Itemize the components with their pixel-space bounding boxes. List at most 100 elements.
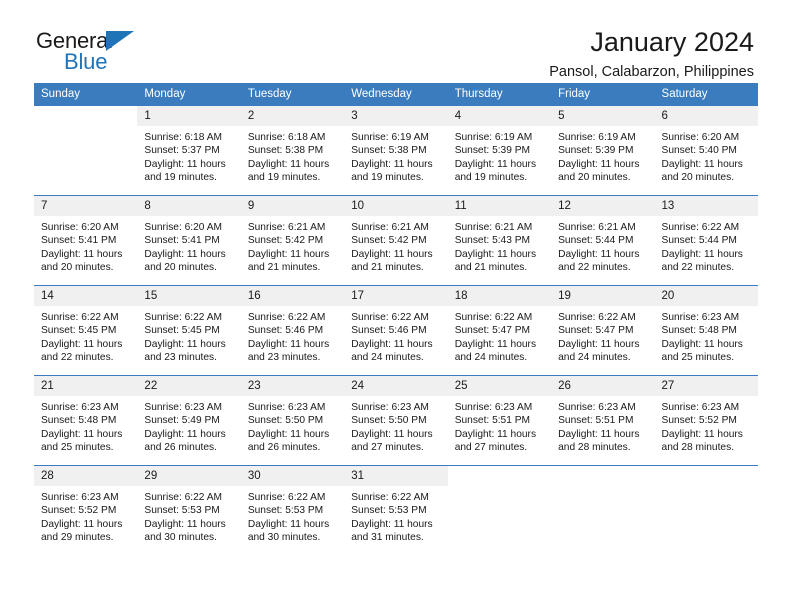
day-number: 12 [551, 196, 655, 216]
daylight-text-line2: and 23 minutes. [247, 351, 321, 363]
sunset-text: Sunset: 5:50 PM [247, 415, 324, 427]
day-details [34, 126, 137, 131]
sunset-text: Sunset: 5:48 PM [661, 325, 737, 337]
day-cell[interactable]: 27 Sunrise: 6:23 AM Sunset: 5:52 PM Dayl… [654, 375, 758, 466]
weekday-header-sunday: Sunday [34, 83, 138, 106]
day-cell[interactable]: 12 Sunrise: 6:21 AM Sunset: 5:44 PM Dayl… [551, 195, 655, 286]
day-cell[interactable] [447, 465, 552, 556]
sunrise-text: Sunrise: 6:21 AM [247, 222, 326, 233]
day-number: 15 [137, 286, 241, 306]
day-details: Sunrise: 6:22 AM Sunset: 5:53 PM Dayligh… [344, 486, 447, 544]
day-cell[interactable]: 21 Sunrise: 6:23 AM Sunset: 5:48 PM Dayl… [34, 375, 138, 466]
weekday-header-friday: Friday [551, 83, 655, 106]
daylight-text-line2: and 31 minutes. [351, 531, 424, 543]
sunrise-text: Sunrise: 6:23 AM [41, 402, 119, 413]
daylight-text-line1: Daylight: 11 hours [351, 158, 433, 170]
day-cell[interactable] [551, 465, 655, 556]
calendar-container: Sunday Monday Tuesday Wednesday Thursday… [0, 83, 792, 556]
day-number: 25 [447, 376, 552, 396]
sunrise-text: Sunrise: 6:23 AM [41, 492, 119, 503]
daylight-text-line1: Daylight: 11 hours [144, 518, 226, 530]
day-number: 28 [34, 466, 138, 486]
day-cell[interactable] [34, 105, 138, 196]
daylight-text-line1: Daylight: 11 hours [247, 428, 330, 440]
daylight-text-line1: Daylight: 11 hours [247, 518, 330, 530]
daylight-text-line1: Daylight: 11 hours [351, 428, 433, 440]
day-cell[interactable]: 19 Sunrise: 6:22 AM Sunset: 5:47 PM Dayl… [551, 285, 655, 376]
day-cell[interactable]: 5 Sunrise: 6:19 AM Sunset: 5:39 PM Dayli… [551, 105, 655, 196]
day-details: Sunrise: 6:23 AM Sunset: 5:52 PM Dayligh… [655, 396, 758, 454]
sunset-text: Sunset: 5:49 PM [144, 415, 220, 427]
day-cell[interactable]: 23 Sunrise: 6:23 AM Sunset: 5:50 PM Dayl… [240, 375, 345, 466]
day-cell[interactable]: 1 Sunrise: 6:18 AM Sunset: 5:37 PM Dayli… [137, 105, 241, 196]
daylight-text-line2: and 23 minutes. [144, 351, 217, 363]
day-cell[interactable]: 24 Sunrise: 6:23 AM Sunset: 5:50 PM Dayl… [344, 375, 448, 466]
sunset-text: Sunset: 5:40 PM [661, 145, 737, 157]
daylight-text-line2: and 26 minutes. [247, 441, 321, 453]
day-cell[interactable]: 16 Sunrise: 6:22 AM Sunset: 5:46 PM Dayl… [240, 285, 345, 376]
day-cell[interactable]: 30 Sunrise: 6:22 AM Sunset: 5:53 PM Dayl… [240, 465, 345, 556]
daylight-text-line1: Daylight: 11 hours [144, 428, 226, 440]
day-details: Sunrise: 6:22 AM Sunset: 5:45 PM Dayligh… [34, 306, 137, 364]
day-details: Sunrise: 6:19 AM Sunset: 5:39 PM Dayligh… [551, 126, 654, 184]
day-details: Sunrise: 6:23 AM Sunset: 5:51 PM Dayligh… [448, 396, 551, 454]
day-cell[interactable]: 31 Sunrise: 6:22 AM Sunset: 5:53 PM Dayl… [344, 465, 448, 556]
day-cell[interactable]: 7 Sunrise: 6:20 AM Sunset: 5:41 PM Dayli… [34, 195, 138, 286]
day-cell[interactable]: 18 Sunrise: 6:22 AM Sunset: 5:47 PM Dayl… [447, 285, 552, 376]
brand-logo[interactable]: General Blue [36, 28, 156, 76]
sunset-text: Sunset: 5:47 PM [558, 325, 634, 337]
day-cell[interactable]: 29 Sunrise: 6:22 AM Sunset: 5:53 PM Dayl… [137, 465, 241, 556]
sunrise-text: Sunrise: 6:22 AM [454, 312, 533, 323]
day-cell[interactable]: 15 Sunrise: 6:22 AM Sunset: 5:45 PM Dayl… [137, 285, 241, 376]
day-cell[interactable]: 26 Sunrise: 6:23 AM Sunset: 5:51 PM Dayl… [551, 375, 655, 466]
day-details: Sunrise: 6:22 AM Sunset: 5:45 PM Dayligh… [137, 306, 240, 364]
day-cell[interactable]: 13 Sunrise: 6:22 AM Sunset: 5:44 PM Dayl… [654, 195, 758, 286]
day-cell[interactable]: 14 Sunrise: 6:22 AM Sunset: 5:45 PM Dayl… [34, 285, 138, 376]
sunset-text: Sunset: 5:41 PM [144, 235, 220, 247]
day-cell[interactable]: 8 Sunrise: 6:20 AM Sunset: 5:41 PM Dayli… [137, 195, 241, 286]
day-cell[interactable]: 20 Sunrise: 6:23 AM Sunset: 5:48 PM Dayl… [654, 285, 758, 376]
day-cell[interactable]: 6 Sunrise: 6:20 AM Sunset: 5:40 PM Dayli… [654, 105, 758, 196]
day-cell[interactable]: 4 Sunrise: 6:19 AM Sunset: 5:39 PM Dayli… [447, 105, 552, 196]
daylight-text-line2: and 21 minutes. [454, 261, 528, 273]
day-cell[interactable]: 10 Sunrise: 6:21 AM Sunset: 5:42 PM Dayl… [344, 195, 448, 286]
daylight-text-line2: and 24 minutes. [351, 351, 424, 363]
sunrise-text: Sunrise: 6:20 AM [661, 132, 740, 143]
sunset-text: Sunset: 5:53 PM [351, 505, 427, 517]
sunrise-text: Sunrise: 6:21 AM [558, 222, 636, 233]
day-number: 21 [34, 376, 138, 396]
day-details: Sunrise: 6:21 AM Sunset: 5:42 PM Dayligh… [241, 216, 344, 274]
sunrise-text: Sunrise: 6:23 AM [351, 402, 429, 413]
sunset-text: Sunset: 5:41 PM [41, 235, 117, 247]
day-cell[interactable]: 17 Sunrise: 6:22 AM Sunset: 5:46 PM Dayl… [344, 285, 448, 376]
day-number: 13 [654, 196, 758, 216]
day-cell[interactable]: 2 Sunrise: 6:18 AM Sunset: 5:38 PM Dayli… [240, 105, 345, 196]
day-details: Sunrise: 6:23 AM Sunset: 5:48 PM Dayligh… [34, 396, 137, 454]
day-number [34, 106, 138, 126]
sunset-text: Sunset: 5:47 PM [454, 325, 531, 337]
day-details: Sunrise: 6:23 AM Sunset: 5:50 PM Dayligh… [241, 396, 344, 454]
daylight-text-line1: Daylight: 11 hours [41, 248, 123, 260]
daylight-text-line2: and 27 minutes. [351, 441, 424, 453]
sunset-text: Sunset: 5:37 PM [144, 145, 220, 157]
day-details: Sunrise: 6:21 AM Sunset: 5:42 PM Dayligh… [344, 216, 447, 274]
daylight-text-line1: Daylight: 11 hours [144, 248, 226, 260]
day-cell[interactable]: 9 Sunrise: 6:21 AM Sunset: 5:42 PM Dayli… [240, 195, 345, 286]
daylight-text-line1: Daylight: 11 hours [247, 248, 330, 260]
day-cell[interactable]: 11 Sunrise: 6:21 AM Sunset: 5:43 PM Dayl… [447, 195, 552, 286]
day-details: Sunrise: 6:23 AM Sunset: 5:51 PM Dayligh… [551, 396, 654, 454]
day-cell[interactable]: 28 Sunrise: 6:23 AM Sunset: 5:52 PM Dayl… [34, 465, 138, 556]
day-cell[interactable]: 3 Sunrise: 6:19 AM Sunset: 5:38 PM Dayli… [344, 105, 448, 196]
day-details: Sunrise: 6:22 AM Sunset: 5:47 PM Dayligh… [448, 306, 551, 364]
daylight-text-line2: and 30 minutes. [247, 531, 321, 543]
day-cell[interactable] [654, 465, 758, 556]
daylight-text-line2: and 20 minutes. [41, 261, 114, 273]
daylight-text-line1: Daylight: 11 hours [144, 338, 226, 350]
day-cell[interactable]: 22 Sunrise: 6:23 AM Sunset: 5:49 PM Dayl… [137, 375, 241, 466]
sunrise-text: Sunrise: 6:18 AM [144, 132, 223, 143]
day-cell[interactable]: 25 Sunrise: 6:23 AM Sunset: 5:51 PM Dayl… [447, 375, 552, 466]
sunset-text: Sunset: 5:52 PM [661, 415, 737, 427]
day-details: Sunrise: 6:21 AM Sunset: 5:43 PM Dayligh… [448, 216, 551, 274]
sunset-text: Sunset: 5:50 PM [351, 415, 427, 427]
day-details: Sunrise: 6:19 AM Sunset: 5:38 PM Dayligh… [344, 126, 447, 184]
